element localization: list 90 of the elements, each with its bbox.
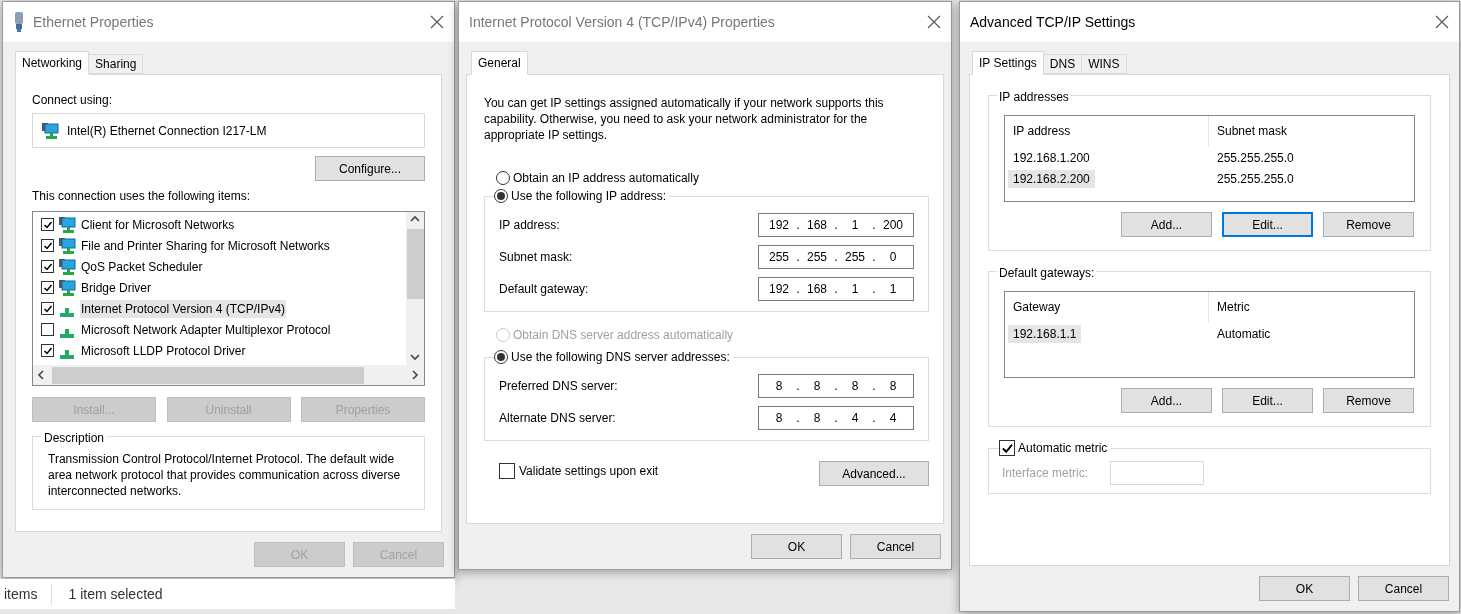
dialog-button[interactable]: Advanced... [819,461,929,486]
table-cell[interactable]: 192.168.1.200 [1008,148,1095,167]
status-text: items [0,583,53,605]
checkbox[interactable] [41,302,54,315]
network-computer-icon [58,236,76,255]
dialog-button[interactable]: Cancel [1358,576,1449,601]
window-title: Internet Protocol Version 4 (TCP/IPv4) Properties [469,12,775,32]
list-item[interactable]: Microsoft LLDP Protocol Driver [80,341,247,360]
dialog-button[interactable]: Add... [1121,388,1212,413]
column-header[interactable]: Gateway [1005,292,1209,322]
adapter-field: Intel(R) Ethernet Connection I217-LM [32,113,425,148]
dialog-button[interactable]: Remove [1323,388,1414,413]
field-label: Preferred DNS server: [499,378,618,395]
field-label: Alternate DNS server: [499,410,616,427]
dialog-button[interactable]: Add... [1121,212,1212,237]
checkbox[interactable] [41,218,54,231]
dialog-button[interactable]: Configure... [315,156,425,181]
dialog-button[interactable]: Cancel [850,534,941,559]
description-text: Transmission Control Protocol/Internet Protocol. The default wide area network protocol that provides communication across diverse interconnected networks. [48,451,402,499]
network-protocol-icon [60,350,74,359]
network-computer-icon [41,121,59,140]
list-item[interactable]: Bridge Driver [80,278,153,297]
scroll-right-icon[interactable] [409,369,421,381]
list-item[interactable]: Microsoft Network Adapter Multiplexor Protocol [80,320,332,339]
ip-address-field[interactable]: 192 . 168 . 1 . 200 [758,213,914,237]
ip-address-field[interactable]: 8 . 8 . 8 . 8 [758,374,914,398]
dialog-button[interactable]: Remove [1323,212,1414,237]
dialog-button[interactable]: OK [751,534,842,559]
tab[interactable]: DNS [1042,54,1083,74]
network-adapter-icon [13,12,25,32]
checkbox[interactable] [41,323,54,336]
list-item[interactable]: Internet Protocol Version 4 (TCP/IPv4) [80,299,287,318]
checkbox-label: Automatic metric [1018,440,1108,457]
section-label: Connect using: [32,92,114,109]
field-label: Default gateway: [499,281,589,298]
network-protocol-icon [60,308,74,317]
ip-address-field[interactable]: 255 . 255 . 255 . 0 [758,245,914,269]
field-label: IP address: [499,217,560,234]
close-icon[interactable] [430,15,444,29]
tab[interactable]: IP Settings [972,51,1044,75]
checkbox[interactable] [41,344,54,357]
network-protocol-icon [60,329,74,338]
field-label: Interface metric: [1002,465,1089,482]
section-label: This connection uses the following items: [32,188,252,205]
scroll-down-icon[interactable] [409,351,421,363]
radio-button[interactable] [494,350,508,364]
dialog-button[interactable]: Edit... [1222,388,1313,413]
network-computer-icon [58,215,76,234]
tab[interactable]: General [471,51,528,75]
checkbox[interactable] [499,462,515,479]
checkbox-label: Validate settings upon exit [519,462,659,480]
window-title: Ethernet Properties [33,12,154,32]
table-cell[interactable]: 192.168.2.200 [1008,169,1095,188]
column-header[interactable]: IP address [1005,116,1209,146]
radio-button[interactable] [496,171,510,185]
radio-label: Obtain DNS server address automatically [513,327,734,344]
network-computer-icon [58,257,76,276]
table-cell[interactable]: 255.255.255.0 [1212,148,1299,167]
radio-label: Obtain an IP address automatically [513,170,699,187]
status-text: 1 item selected [67,584,164,604]
tab[interactable]: Sharing [88,54,144,74]
radio-label: Use the following DNS server addresses: [511,349,730,366]
ip-address-field[interactable]: 192 . 168 . 1 . 1 [758,277,914,301]
vertical-scrollbar[interactable] [406,212,424,365]
list-item[interactable]: File and Printer Sharing for Microsoft Networks [80,236,331,255]
close-icon[interactable] [927,15,941,29]
list-item[interactable]: QoS Packet Scheduler [80,257,204,276]
table-cell[interactable]: Automatic [1212,324,1276,343]
horizontal-scrollbar[interactable] [33,365,424,385]
checkbox[interactable] [41,260,54,273]
tab[interactable]: Networking [15,51,90,75]
column-header[interactable]: Metric [1209,292,1413,322]
network-computer-icon [58,278,76,297]
close-icon[interactable] [1435,15,1449,29]
checkbox[interactable] [41,239,54,252]
column-header[interactable]: Subnet mask [1209,116,1413,146]
radio-button[interactable] [494,189,508,203]
table-cell[interactable]: 255.255.255.0 [1212,169,1299,188]
dialog-button[interactable]: Edit... [1222,212,1313,237]
field-label: Subnet mask: [499,249,573,266]
tab[interactable]: WINS [1081,54,1127,74]
dialog-button[interactable]: OK [1259,576,1350,601]
metric-input-field[interactable] [1110,461,1205,485]
window-title: Advanced TCP/IP Settings [970,12,1136,32]
radio-label: Use the following IP address: [511,188,667,205]
ip-address-field[interactable]: 8 . 8 . 4 . 4 [758,406,914,430]
checkbox[interactable] [41,281,54,294]
list-item[interactable]: Client for Microsoft Networks [80,215,236,234]
table-cell[interactable]: 192.168.1.1 [1008,324,1082,343]
intro-text: You can get IP settings assigned automatically if your network supports this capability. Otherwise, you need to ask your network administrator for the appropriate IP settings. [484,95,885,143]
